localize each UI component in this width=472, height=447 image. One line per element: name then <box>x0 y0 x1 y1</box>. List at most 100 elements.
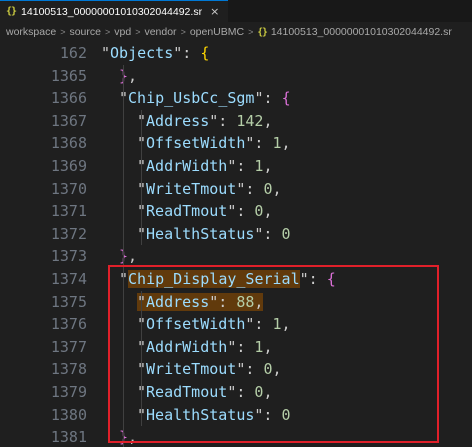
indent-guide <box>141 290 142 427</box>
json-punctuation: ": <box>227 157 255 175</box>
breadcrumb-file[interactable]: 14100513_00000001010302044492.sr <box>271 26 452 38</box>
tab-bar: {} 14100513_00000001010302044492.sr × <box>0 0 472 23</box>
code-line[interactable]: 1380 "HealthStatus": 0 <box>0 404 472 427</box>
json-punctuation: , <box>263 202 273 221</box>
code-line[interactable]: 1366 "Chip_UsbCc_Sgm": { <box>0 87 472 110</box>
indent-guide <box>123 64 124 447</box>
code-text: "HealthStatus": 0 <box>137 223 291 246</box>
code-line[interactable]: 1365}, <box>0 65 472 88</box>
json-punctuation: ": <box>227 337 255 356</box>
line-number: 1376 <box>50 315 87 334</box>
json-key: ReadTmout <box>146 383 228 401</box>
code-text: "HealthStatus": 0 <box>137 404 291 427</box>
code-line[interactable]: 1369 "AddrWidth": 1, <box>0 155 472 178</box>
editor-tab[interactable]: {} 14100513_00000001010302044492.sr × <box>0 0 228 22</box>
breadcrumb-item[interactable]: workspace <box>6 26 56 38</box>
line-number: 1368 <box>50 134 87 153</box>
json-punctuation: ": <box>236 179 264 198</box>
line-number: 1365 <box>50 66 87 85</box>
json-punctuation: { <box>326 270 336 288</box>
json-key: WriteTmout <box>146 179 237 198</box>
code-text: "WriteTmout": 0, <box>137 178 282 201</box>
json-key: Chip_UsbCc_Sgm <box>128 89 255 108</box>
json-punctuation: , <box>272 179 282 198</box>
tab-label: 14100513_00000001010302044492.sr <box>21 5 203 18</box>
json-punctuation: ": <box>299 270 327 288</box>
json-punctuation: , <box>128 428 138 447</box>
json-punctuation: ": <box>173 44 201 62</box>
line-number: 1366 <box>50 89 87 108</box>
code-line[interactable]: 1375 "Address": 88, <box>0 291 472 314</box>
code-line[interactable]: 162 "Objects": { <box>0 42 472 65</box>
json-key: OffsetWidth <box>146 315 246 334</box>
line-number: 1380 <box>50 405 87 424</box>
line-number: 1373 <box>50 247 87 266</box>
code-text: "Chip_UsbCc_Sgm": { <box>119 87 291 110</box>
breadcrumb: workspace > source > vpd > vendor > open… <box>0 22 472 42</box>
code-line[interactable]: 1379 "ReadTmout": 0, <box>0 381 472 404</box>
json-punctuation: , <box>263 157 273 175</box>
code-text: "OffsetWidth": 1, <box>137 132 291 155</box>
code-line[interactable]: 1372 "HealthStatus": 0 <box>0 223 472 246</box>
code-line[interactable]: 1368 "OffsetWidth": 1, <box>0 132 472 155</box>
json-key: OffsetWidth <box>146 134 246 153</box>
json-file-icon: {} <box>6 6 17 17</box>
line-number: 1377 <box>50 337 87 356</box>
json-punctuation: ": <box>254 224 282 243</box>
code-editor[interactable]: 162"Objects": {1365},1366"Chip_UsbCc_Sgm… <box>0 42 472 447</box>
code-text: }, <box>119 65 137 88</box>
breadcrumb-item[interactable]: openUBMC <box>190 26 244 38</box>
code-line[interactable]: 1370 "WriteTmout": 0, <box>0 178 472 201</box>
line-number: 1369 <box>50 157 87 175</box>
json-punctuation: ": <box>227 202 255 221</box>
chevron-right-icon: > <box>248 27 254 37</box>
json-key: AddrWidth <box>146 157 228 175</box>
json-punctuation: " <box>101 44 111 62</box>
json-punctuation: , <box>128 66 138 85</box>
json-punctuation: { <box>200 44 210 62</box>
json-key: Address <box>146 292 210 311</box>
json-key: AddrWidth <box>146 337 228 356</box>
json-number: 1 <box>272 315 282 334</box>
json-key: ReadTmout <box>146 202 228 221</box>
json-number: 142 <box>236 111 264 130</box>
json-number: 88 <box>236 292 255 311</box>
json-key: Address <box>146 111 210 130</box>
json-punctuation: , <box>254 292 264 311</box>
line-number: 1372 <box>50 224 87 243</box>
code-line[interactable]: 1378 "WriteTmout": 0, <box>0 358 472 381</box>
breadcrumb-item[interactable]: source <box>69 26 101 38</box>
json-punctuation: ": <box>209 111 237 130</box>
chevron-right-icon: > <box>135 27 141 37</box>
line-number: 1374 <box>50 270 87 288</box>
json-punctuation: , <box>263 383 273 401</box>
breadcrumb-item[interactable]: vendor <box>144 26 176 38</box>
json-number: 0 <box>281 224 291 243</box>
code-line[interactable]: 1367 "Address": 142, <box>0 110 472 133</box>
code-text: "Address": 142, <box>137 110 272 133</box>
json-punctuation: , <box>128 247 138 266</box>
json-punctuation: ": <box>227 383 255 401</box>
json-punctuation: , <box>281 315 291 334</box>
breadcrumb-item[interactable]: vpd <box>114 26 131 38</box>
json-key: HealthStatus <box>146 405 255 424</box>
code-text: "ReadTmout": 0, <box>137 381 272 404</box>
json-punctuation: ": <box>245 134 273 153</box>
line-number: 1371 <box>50 202 87 221</box>
json-punctuation: { <box>281 89 291 108</box>
code-line[interactable]: 1377 "AddrWidth": 1, <box>0 336 472 359</box>
code-line[interactable]: 1374 "Chip_Display_Serial": { <box>0 268 472 291</box>
chevron-right-icon: > <box>104 27 111 37</box>
json-punctuation: , <box>281 134 291 153</box>
json-key: HealthStatus <box>146 224 255 243</box>
code-line[interactable]: 1371 "ReadTmout": 0, <box>0 200 472 223</box>
code-line[interactable]: 1381}, <box>0 426 472 447</box>
json-punctuation: ": <box>209 292 237 311</box>
json-punctuation: ": <box>245 315 273 334</box>
code-line[interactable]: 1373}, <box>0 245 472 268</box>
close-icon[interactable]: × <box>210 5 219 18</box>
line-number: 1375 <box>50 292 87 311</box>
line-number: 1378 <box>50 360 87 379</box>
line-number: 1381 <box>50 428 87 447</box>
code-line[interactable]: 1376 "OffsetWidth": 1, <box>0 313 472 336</box>
